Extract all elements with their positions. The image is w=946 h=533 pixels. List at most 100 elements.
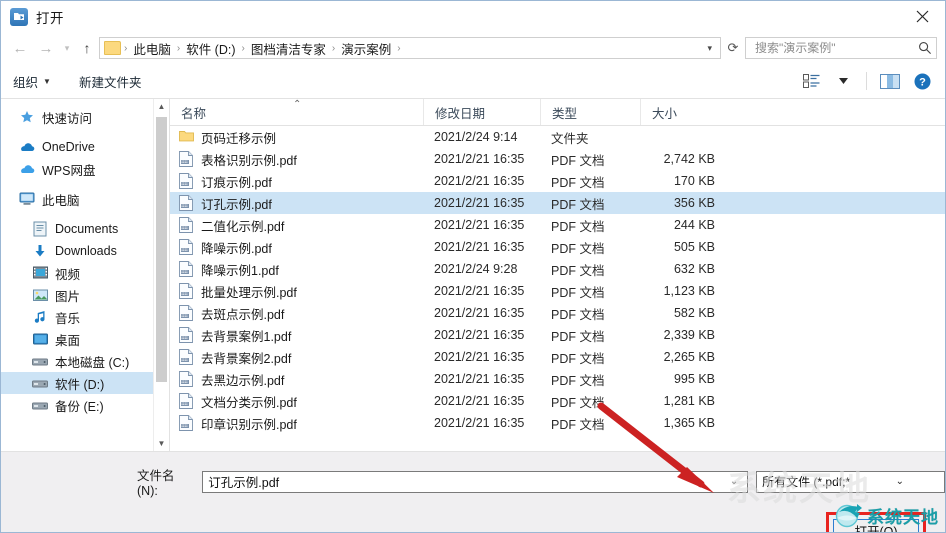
cell-size: 632 KB: [673, 262, 715, 276]
breadcrumb-item-1[interactable]: 软件 (D:): [181, 39, 240, 58]
cloud-icon: [19, 139, 35, 155]
arrow-right-icon[interactable]: →: [33, 35, 59, 61]
sidebar-item-9[interactable]: 桌面: [1, 328, 169, 350]
organize-button[interactable]: 组织 ▼: [13, 72, 61, 91]
sidebar-scrollbar[interactable]: ▲ ▼: [153, 99, 169, 451]
cell-type: PDF 文档: [551, 329, 605, 344]
sidebar-item-8[interactable]: 音乐: [1, 306, 169, 328]
table-row[interactable]: 去斑点示例.pdf 2021/2/21 16:35 PDF 文档 582 KB: [170, 302, 945, 324]
cell-size: 2,265 KB: [663, 350, 715, 364]
sidebar-item-3[interactable]: 此电脑: [1, 188, 169, 210]
table-row[interactable]: 页码迁移示例 2021/2/24 9:14 文件夹: [170, 126, 945, 148]
view-dropdown-icon[interactable]: [828, 68, 858, 94]
column-label: 类型: [552, 106, 578, 121]
breadcrumb-item-0[interactable]: 此电脑: [128, 39, 176, 58]
column-header-date[interactable]: 修改日期: [423, 99, 540, 125]
arrow-up-icon[interactable]: ↑: [75, 35, 99, 61]
sidebar-item-11[interactable]: 软件 (D:): [1, 372, 169, 394]
file-rows: 页码迁移示例 2021/2/24 9:14 文件夹表格识别示例.pdf 2021/2/…: [170, 126, 945, 434]
sidebar-item-label: 音乐: [55, 311, 81, 326]
scrollbar-thumb[interactable]: [156, 117, 167, 382]
chevron-down-icon[interactable]: ▾: [59, 35, 75, 61]
button-row: 打开(O): [1, 512, 945, 532]
this-pc-icon: [19, 191, 35, 207]
cell-name: 去背景案例2.pdf: [170, 346, 423, 368]
table-row[interactable]: 去黑边示例.pdf 2021/2/21 16:35 PDF 文档 995 KB: [170, 368, 945, 390]
breadcrumb-item-2[interactable]: 图档清洁专家: [246, 39, 331, 58]
sidebar-item-0[interactable]: 快速访问: [1, 106, 169, 128]
breadcrumb-item-3[interactable]: 演示案例: [336, 39, 396, 58]
chevron-down-icon[interactable]: ⌄: [721, 476, 747, 487]
new-folder-button[interactable]: 新建文件夹: [61, 72, 152, 91]
search-input[interactable]: [753, 40, 918, 56]
table-row[interactable]: 批量处理示例.pdf 2021/2/21 16:35 PDF 文档 1,123 KB: [170, 280, 945, 302]
sidebar-item-label: 本地磁盘 (C:): [55, 355, 130, 370]
table-row[interactable]: 印章识别示例.pdf 2021/2/21 16:35 PDF 文档 1,365 KB: [170, 412, 945, 434]
table-row[interactable]: 表格识别示例.pdf 2021/2/21 16:35 PDF 文档 2,742 KB: [170, 148, 945, 170]
chevron-down-icon[interactable]: ▼: [154, 436, 169, 451]
filter-value: 所有文件 (*.pdf;*.jpg;*.jpeg;*.j: [762, 475, 851, 489]
table-row[interactable]: 文档分类示例.pdf 2021/2/21 16:35 PDF 文档 1,281 KB: [170, 390, 945, 412]
sidebar-item-4[interactable]: Documents: [1, 218, 169, 240]
sidebar-item-2[interactable]: WPS网盘: [1, 158, 169, 180]
table-row[interactable]: 订痕示例.pdf 2021/2/21 16:35 PDF 文档 170 KB: [170, 170, 945, 192]
sidebar-item-10[interactable]: 本地磁盘 (C:): [1, 350, 169, 372]
sidebar-item-label: 桌面: [55, 333, 81, 348]
dialog-body: 快速访问 OneDrive WPS网盘此电脑 Documents Downloads 视频…: [1, 99, 945, 451]
filename-input[interactable]: [203, 473, 722, 490]
sidebar-item-7[interactable]: 图片: [1, 284, 169, 306]
filename-field[interactable]: ⌄: [202, 470, 749, 493]
pdf-icon: [179, 371, 194, 387]
close-button[interactable]: [899, 1, 945, 32]
globe-arrow-icon: [835, 504, 862, 528]
table-row[interactable]: 去背景案例2.pdf 2021/2/21 16:35 PDF 文档 2,265 KB: [170, 346, 945, 368]
view-list-icon[interactable]: [796, 68, 826, 94]
table-row[interactable]: 降噪示例1.pdf 2021/2/24 9:28 PDF 文档 632 KB: [170, 258, 945, 280]
cell-type: PDF 文档: [551, 219, 605, 234]
window-title: 打开: [36, 10, 64, 26]
pdf-icon: [179, 349, 194, 365]
breadcrumb-dropdown-icon[interactable]: ▾: [701, 43, 718, 54]
pdf-icon: [179, 415, 194, 431]
cell-type: PDF 文档: [551, 153, 605, 168]
sidebar-item-12[interactable]: 备份 (E:): [1, 394, 169, 416]
table-row[interactable]: 二值化示例.pdf 2021/2/21 16:35 PDF 文档 244 KB: [170, 214, 945, 236]
cell-name: 页码迁移示例: [170, 126, 423, 148]
pdf-icon: [179, 393, 194, 409]
refresh-icon[interactable]: ⟳: [721, 37, 745, 59]
sidebar-item-1[interactable]: OneDrive: [1, 136, 169, 158]
cell-size: 170 KB: [673, 174, 715, 188]
chevron-up-icon[interactable]: ▲: [154, 99, 169, 114]
pictures-icon: [32, 287, 48, 303]
preview-pane-icon[interactable]: [875, 68, 905, 94]
cell-date: 2021/2/21 16:35: [434, 152, 525, 166]
cell-name: 降噪示例1.pdf: [170, 258, 423, 280]
help-icon[interactable]: ?: [907, 68, 937, 94]
pdf-icon: [179, 261, 194, 277]
cell-size: 2,742 KB: [663, 152, 715, 166]
file-list-area: 名称 修改日期 类型 大小 ⌃ 页码迁移示例 2021/2/24 9:14 文件夹表…: [170, 99, 945, 451]
watermark-text: 系统天地: [867, 507, 939, 527]
column-header-type[interactable]: 类型: [540, 99, 640, 125]
cell-size: [640, 126, 724, 148]
sidebar-item-6[interactable]: 视频: [1, 262, 169, 284]
arrow-left-icon[interactable]: ←: [7, 35, 33, 61]
file-type-filter[interactable]: 所有文件 (*.pdf;*.jpg;*.jpeg;*.j ⌄: [756, 470, 945, 493]
column-header-size[interactable]: 大小: [640, 99, 724, 125]
cell-date: 2021/2/21 16:35: [434, 416, 525, 430]
cell-date: 2021/2/21 16:35: [434, 174, 525, 188]
breadcrumb[interactable]: › 此电脑 › 软件 (D:) › 图档清洁专家 › 演示案例 › ▾: [99, 37, 721, 59]
file-name: 去背景案例1.pdf: [201, 329, 292, 344]
file-name: 表格识别示例.pdf: [201, 153, 297, 168]
table-row[interactable]: 去背景案例1.pdf 2021/2/21 16:35 PDF 文档 2,339 KB: [170, 324, 945, 346]
table-row[interactable]: 降噪示例.pdf 2021/2/21 16:35 PDF 文档 505 KB: [170, 236, 945, 258]
column-label: 修改日期: [435, 106, 486, 121]
cell-size: 1,281 KB: [663, 394, 715, 408]
pdf-icon: [179, 217, 194, 233]
search-box[interactable]: [745, 37, 937, 59]
cell-type: PDF 文档: [551, 351, 605, 366]
table-row[interactable]: 订孔示例.pdf 2021/2/21 16:35 PDF 文档 356 KB: [170, 192, 945, 214]
chevron-down-icon[interactable]: ⌄: [851, 476, 944, 487]
sidebar-item-5[interactable]: Downloads: [1, 240, 169, 262]
